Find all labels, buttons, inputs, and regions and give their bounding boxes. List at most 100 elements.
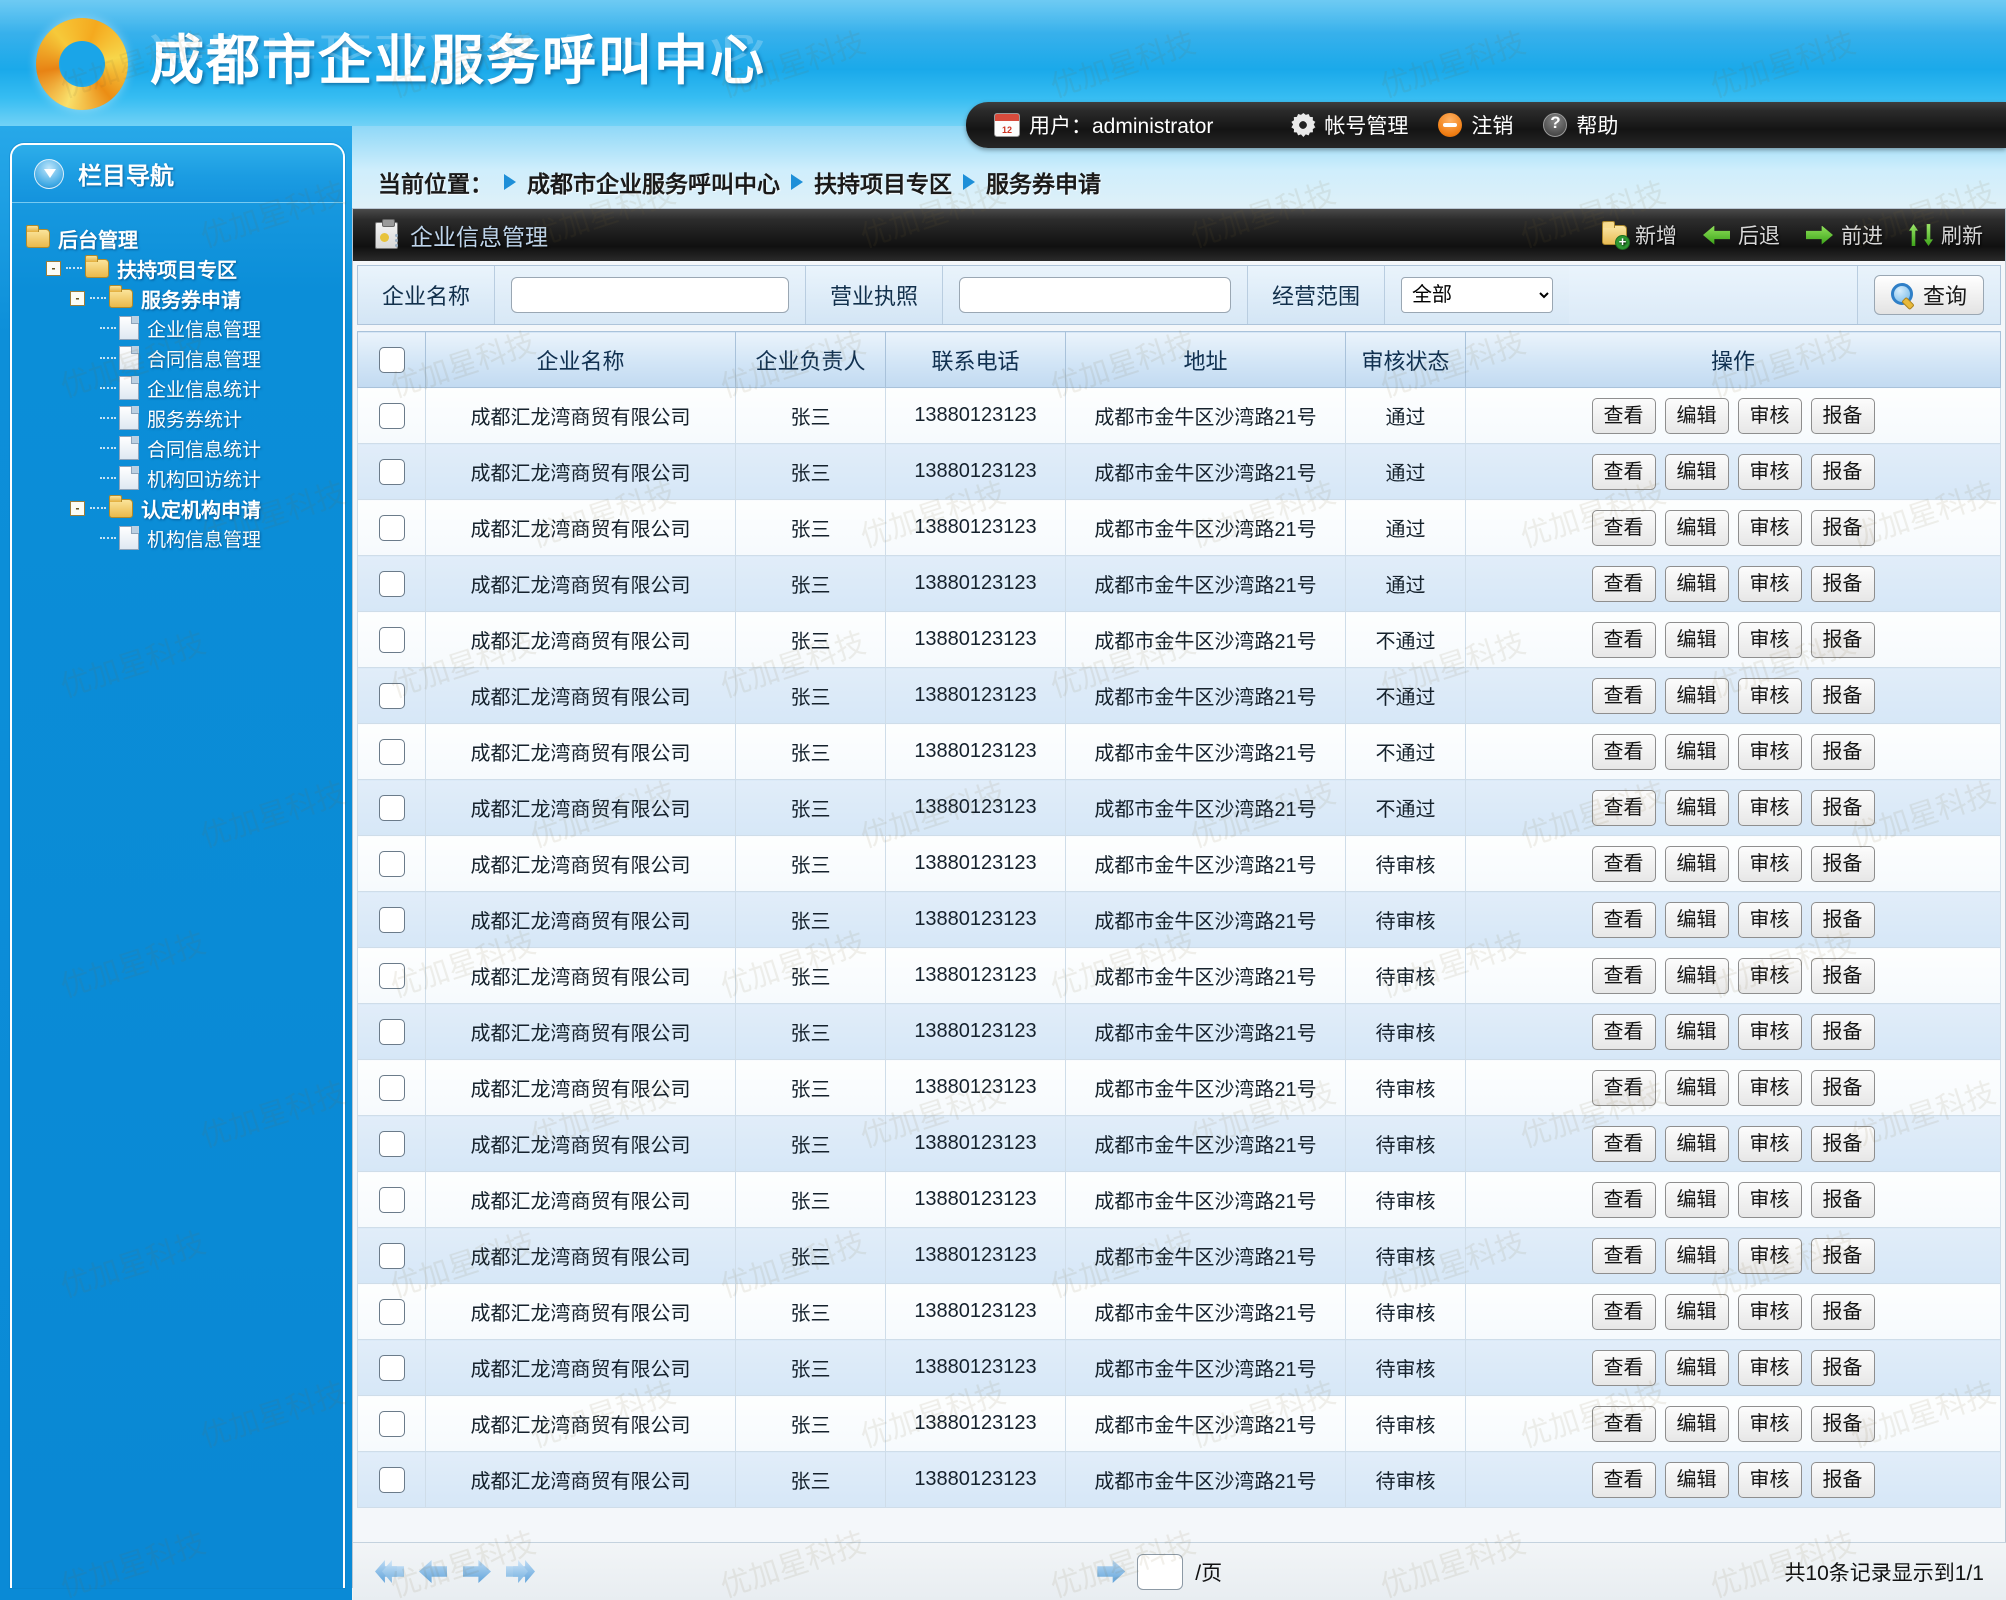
add-button[interactable]: 新增 <box>1602 220 1677 250</box>
report-button[interactable]: 报备 <box>1810 565 1875 602</box>
page-number-input[interactable] <box>1137 1553 1184 1590</box>
view-button[interactable]: 查看 <box>1591 453 1656 490</box>
row-select-checkbox[interactable] <box>378 1298 405 1325</box>
sidebar-item-0[interactable]: 后台管理 <box>26 223 343 253</box>
audit-button[interactable]: 审核 <box>1737 1181 1802 1218</box>
view-button[interactable]: 查看 <box>1591 845 1656 882</box>
row-select-checkbox[interactable] <box>378 458 405 485</box>
edit-button[interactable]: 编辑 <box>1664 1181 1729 1218</box>
edit-button[interactable]: 编辑 <box>1664 901 1729 938</box>
report-button[interactable]: 报备 <box>1810 789 1875 826</box>
report-button[interactable]: 报备 <box>1810 1237 1875 1274</box>
edit-button[interactable]: 编辑 <box>1664 677 1729 714</box>
forward-button[interactable]: 前进 <box>1806 220 1883 250</box>
audit-button[interactable]: 审核 <box>1737 1237 1802 1274</box>
audit-button[interactable]: 审核 <box>1737 957 1802 994</box>
sidebar-item-1[interactable]: - 扶持项目专区 <box>26 253 343 283</box>
edit-button[interactable]: 编辑 <box>1664 1461 1729 1498</box>
audit-button[interactable]: 审核 <box>1737 733 1802 770</box>
company-name-input[interactable] <box>511 277 790 313</box>
edit-button[interactable]: 编辑 <box>1664 789 1729 826</box>
row-select-checkbox[interactable] <box>378 1130 405 1157</box>
sidebar-item-8[interactable]: 机构回访统计 <box>26 463 343 493</box>
audit-button[interactable]: 审核 <box>1737 453 1802 490</box>
logout-link[interactable]: 注销 <box>1438 110 1513 140</box>
edit-button[interactable]: 编辑 <box>1664 1349 1729 1386</box>
row-select-checkbox[interactable] <box>378 1354 405 1381</box>
view-button[interactable]: 查看 <box>1591 733 1656 770</box>
report-button[interactable]: 报备 <box>1810 509 1875 546</box>
report-button[interactable]: 报备 <box>1810 397 1875 434</box>
edit-button[interactable]: 编辑 <box>1664 509 1729 546</box>
view-button[interactable]: 查看 <box>1591 1237 1656 1274</box>
sidebar-item-3[interactable]: 企业信息管理 <box>26 313 343 343</box>
report-button[interactable]: 报备 <box>1810 1349 1875 1386</box>
help-link[interactable]: 帮助 <box>1543 110 1618 140</box>
view-button[interactable]: 查看 <box>1591 1405 1656 1442</box>
sidebar-item-7[interactable]: 合同信息统计 <box>26 433 343 463</box>
double-arrow-left-icon[interactable] <box>375 1559 403 1585</box>
audit-button[interactable]: 审核 <box>1737 621 1802 658</box>
report-button[interactable]: 报备 <box>1810 1293 1875 1330</box>
report-button[interactable]: 报备 <box>1810 621 1875 658</box>
report-button[interactable]: 报备 <box>1810 733 1875 770</box>
report-button[interactable]: 报备 <box>1810 453 1875 490</box>
row-select-checkbox[interactable] <box>378 514 405 541</box>
report-button[interactable]: 报备 <box>1810 1181 1875 1218</box>
report-button[interactable]: 报备 <box>1810 1069 1875 1106</box>
arrow-left-icon[interactable] <box>419 1559 447 1585</box>
search-button[interactable]: 查询 <box>1873 275 1984 315</box>
audit-button[interactable]: 审核 <box>1737 1069 1802 1106</box>
audit-button[interactable]: 审核 <box>1737 845 1802 882</box>
edit-button[interactable]: 编辑 <box>1664 1125 1729 1162</box>
audit-button[interactable]: 审核 <box>1737 901 1802 938</box>
row-select-checkbox[interactable] <box>378 1410 405 1437</box>
sidebar-item-4[interactable]: 合同信息管理 <box>26 343 343 373</box>
double-arrow-right-icon[interactable] <box>507 1559 535 1585</box>
audit-button[interactable]: 审核 <box>1737 1125 1802 1162</box>
audit-button[interactable]: 审核 <box>1737 677 1802 714</box>
report-button[interactable]: 报备 <box>1810 1013 1875 1050</box>
row-select-checkbox[interactable] <box>378 626 405 653</box>
report-button[interactable]: 报备 <box>1810 901 1875 938</box>
edit-button[interactable]: 编辑 <box>1664 397 1729 434</box>
view-button[interactable]: 查看 <box>1591 1181 1656 1218</box>
account-management-link[interactable]: 帐号管理 <box>1291 110 1408 140</box>
audit-button[interactable]: 审核 <box>1737 1349 1802 1386</box>
edit-button[interactable]: 编辑 <box>1664 1405 1729 1442</box>
view-button[interactable]: 查看 <box>1591 789 1656 826</box>
report-button[interactable]: 报备 <box>1810 1461 1875 1498</box>
row-select-checkbox[interactable] <box>378 1242 405 1269</box>
row-select-checkbox[interactable] <box>378 962 405 989</box>
row-select-checkbox[interactable] <box>378 1186 405 1213</box>
tree-expander-toggle[interactable]: - <box>70 290 85 306</box>
tree-expander-toggle[interactable]: - <box>70 500 85 516</box>
view-button[interactable]: 查看 <box>1591 1461 1656 1498</box>
edit-button[interactable]: 编辑 <box>1664 957 1729 994</box>
edit-button[interactable]: 编辑 <box>1664 1237 1729 1274</box>
sidebar-item-5[interactable]: 企业信息统计 <box>26 373 343 403</box>
tree-expander-toggle[interactable]: - <box>46 260 61 276</box>
edit-button[interactable]: 编辑 <box>1664 1293 1729 1330</box>
view-button[interactable]: 查看 <box>1591 1013 1656 1050</box>
row-select-checkbox[interactable] <box>378 794 405 821</box>
report-button[interactable]: 报备 <box>1810 677 1875 714</box>
refresh-button[interactable]: 刷新 <box>1909 220 1983 250</box>
row-select-checkbox[interactable] <box>378 1466 405 1493</box>
view-button[interactable]: 查看 <box>1591 1349 1656 1386</box>
row-select-checkbox[interactable] <box>378 850 405 877</box>
audit-button[interactable]: 审核 <box>1737 789 1802 826</box>
go-arrow-right-icon[interactable] <box>1097 1559 1125 1585</box>
view-button[interactable]: 查看 <box>1591 397 1656 434</box>
arrow-right-icon[interactable] <box>463 1559 491 1585</box>
row-select-checkbox[interactable] <box>378 402 405 429</box>
row-select-checkbox[interactable] <box>378 570 405 597</box>
report-button[interactable]: 报备 <box>1810 1405 1875 1442</box>
back-button[interactable]: 后退 <box>1703 220 1780 250</box>
view-button[interactable]: 查看 <box>1591 901 1656 938</box>
report-button[interactable]: 报备 <box>1810 845 1875 882</box>
view-button[interactable]: 查看 <box>1591 957 1656 994</box>
view-button[interactable]: 查看 <box>1591 565 1656 602</box>
breadcrumb-item-0[interactable]: 成都市企业服务呼叫中心 <box>527 165 780 199</box>
business-scope-select[interactable]: 全部 <box>1401 277 1554 313</box>
